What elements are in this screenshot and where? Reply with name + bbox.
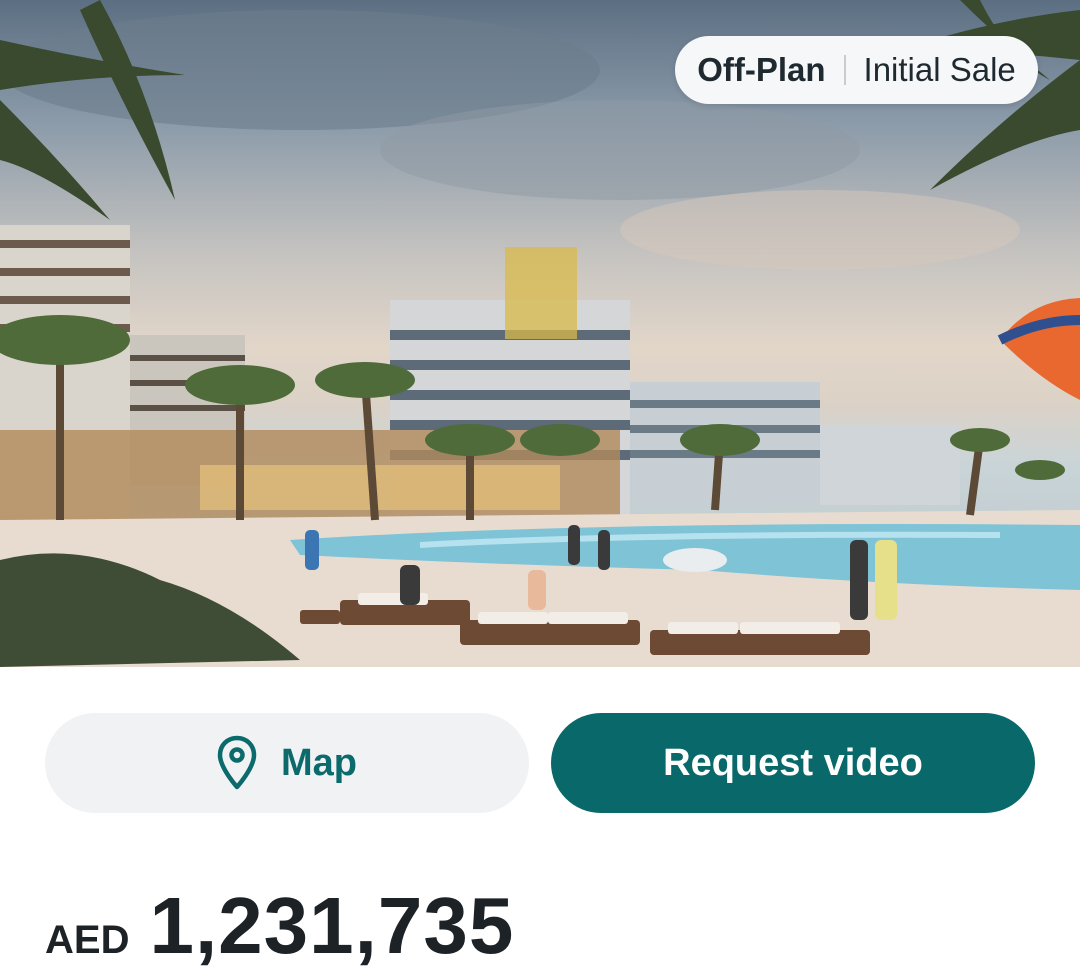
listing-status-badge: Off-Plan Initial Sale — [675, 36, 1038, 104]
property-hero-image[interactable]: Off-Plan Initial Sale — [0, 0, 1080, 667]
location-pin-icon — [217, 735, 257, 791]
off-plan-label: Off-Plan — [697, 51, 826, 88]
price-amount: 1,231,735 — [149, 881, 515, 970]
map-button[interactable]: Map — [45, 713, 529, 813]
price: AED 1,231,735 — [45, 880, 514, 970]
map-button-label: Map — [281, 741, 357, 784]
request-video-label: Request video — [663, 741, 923, 784]
price-currency: AED — [45, 918, 130, 962]
badge-divider — [843, 55, 846, 85]
sale-type-label: Initial Sale — [863, 51, 1016, 88]
request-video-button[interactable]: Request video — [551, 713, 1035, 813]
